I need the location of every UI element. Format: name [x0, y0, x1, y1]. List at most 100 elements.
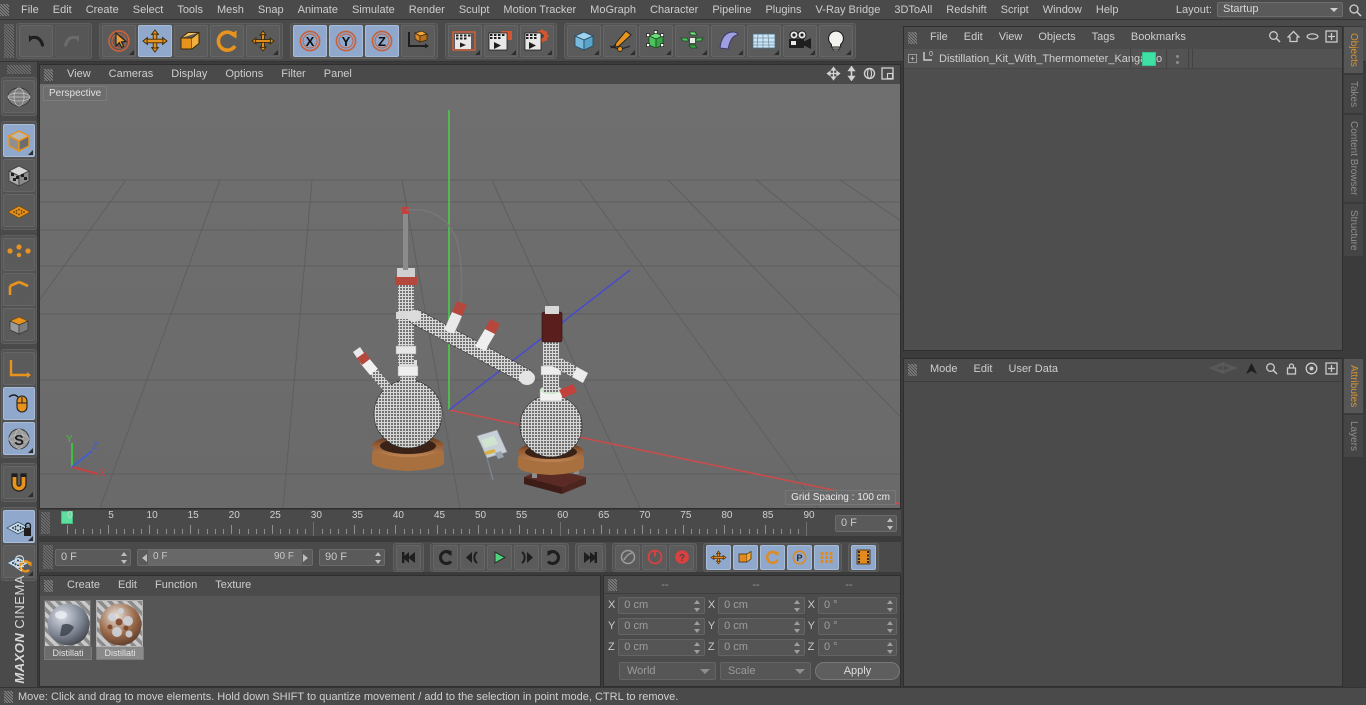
size-x-field[interactable]: 0 cm — [718, 596, 805, 614]
material-menu-function[interactable]: Function — [146, 576, 206, 595]
material-menu-create[interactable]: Create — [58, 576, 109, 595]
menu-help[interactable]: Help — [1089, 0, 1126, 20]
rotation-y-field[interactable]: 0 ° — [817, 617, 897, 635]
menu-select[interactable]: Select — [126, 0, 171, 20]
object-menu-edit[interactable]: Edit — [956, 27, 991, 48]
texture-mode-icon[interactable] — [2, 159, 35, 192]
menu-3dtoall[interactable]: 3DToAll — [887, 0, 939, 20]
parameter-key-icon[interactable]: P — [787, 544, 812, 570]
mode-toolbar-grip[interactable] — [6, 65, 31, 74]
menu-simulate[interactable]: Simulate — [345, 0, 402, 20]
floor-environment-icon[interactable] — [747, 24, 781, 57]
object-manager-grip[interactable] — [908, 31, 917, 44]
make-editable-icon[interactable] — [2, 80, 35, 113]
viewport-menu-options[interactable]: Options — [216, 65, 272, 84]
coordinates-grip[interactable] — [608, 578, 617, 591]
redo-icon[interactable] — [55, 24, 89, 57]
preview-end-field[interactable]: 90 F — [319, 548, 385, 566]
material-thumbnail[interactable] — [44, 600, 91, 647]
coordinate-system-dropdown[interactable]: World — [619, 662, 716, 680]
edge-mode-icon[interactable] — [2, 273, 35, 306]
tab-objects[interactable]: Objects — [1343, 26, 1363, 74]
lock-z-axis-icon[interactable]: Z — [365, 24, 399, 57]
object-menu-file[interactable]: File — [922, 27, 956, 48]
menu-window[interactable]: Window — [1036, 0, 1089, 20]
menu-redshift[interactable]: Redshift — [939, 0, 993, 20]
timeline-frame-stepper[interactable] — [886, 517, 893, 530]
attribute-body[interactable] — [904, 381, 1342, 686]
menu-edit[interactable]: Edit — [46, 0, 79, 20]
expand-toggle-icon[interactable]: + — [908, 54, 917, 63]
render-view-icon[interactable] — [448, 24, 482, 57]
spline-pen-icon[interactable] — [603, 24, 637, 57]
model-mode-icon[interactable] — [2, 124, 35, 157]
attribute-menu-edit[interactable]: Edit — [966, 359, 1001, 380]
material-menu-texture[interactable]: Texture — [206, 576, 260, 595]
menu-tools[interactable]: Tools — [170, 0, 210, 20]
range-left-arrow-icon[interactable] — [141, 553, 149, 566]
current-frame-field[interactable]: 0 F — [55, 548, 131, 566]
size-z-stepper[interactable] — [794, 641, 801, 654]
play-forward-loop-icon[interactable] — [541, 544, 566, 570]
rotation-y-stepper[interactable] — [886, 620, 893, 633]
menu-file[interactable]: File — [14, 0, 46, 20]
world-object-axis-icon[interactable] — [401, 24, 435, 57]
menu-v-ray-bridge[interactable]: V-Ray Bridge — [809, 0, 888, 20]
live-selection-icon[interactable] — [102, 24, 136, 57]
snap-magnet-icon[interactable] — [2, 466, 35, 499]
preview-end-stepper[interactable] — [374, 551, 381, 564]
menu-mograph[interactable]: MoGraph — [583, 0, 643, 20]
size-x-stepper[interactable] — [794, 599, 801, 612]
timeline-current-frame-field[interactable]: 0 F — [835, 514, 897, 532]
position-y-stepper[interactable] — [694, 620, 701, 633]
animation-toolbar-grip[interactable] — [43, 545, 53, 569]
material-item[interactable]: Distillati — [44, 600, 92, 686]
rotation-key-icon[interactable] — [760, 544, 785, 570]
menu-motion-tracker[interactable]: Motion Tracker — [496, 0, 583, 20]
attribute-manager-grip[interactable] — [908, 363, 917, 376]
position-x-field[interactable]: 0 cm — [618, 596, 705, 614]
polygon-mode-icon[interactable] — [2, 308, 35, 341]
workplane-mode-icon[interactable] — [2, 194, 35, 227]
timeline-ruler[interactable]: 0 5 10 15 20 25 30 35 40 45 50 55 60 65 70 75 80 85 90 — [53, 510, 831, 536]
menu-character[interactable]: Character — [643, 0, 705, 20]
menu-snap[interactable]: Snap — [251, 0, 291, 20]
position-x-stepper[interactable] — [694, 599, 701, 612]
autokeying-icon[interactable] — [615, 544, 640, 570]
move-tool-icon[interactable] — [138, 24, 172, 57]
table-row[interactable]: + 0 Distillation_Kit_With_Thermometer_Ka… — [904, 49, 1342, 69]
viewport-menu-panel[interactable]: Panel — [315, 65, 361, 84]
search-icon[interactable] — [1348, 3, 1362, 17]
menu-script[interactable]: Script — [994, 0, 1036, 20]
status-bar-grip[interactable] — [4, 690, 13, 703]
menu-mesh[interactable]: Mesh — [210, 0, 251, 20]
object-menu-view[interactable]: View — [991, 27, 1031, 48]
rotation-z-stepper[interactable] — [886, 641, 893, 654]
arrow-up-icon[interactable] — [1245, 362, 1258, 378]
menu-grip[interactable] — [0, 3, 9, 16]
record-active-objects-icon[interactable] — [642, 544, 667, 570]
target-icon[interactable] — [1305, 362, 1318, 378]
position-key-icon[interactable] — [706, 544, 731, 570]
menu-plugins[interactable]: Plugins — [758, 0, 808, 20]
object-menu-objects[interactable]: Objects — [1030, 27, 1083, 48]
material-tag-icon[interactable] — [1141, 52, 1156, 66]
rotation-x-stepper[interactable] — [886, 599, 893, 612]
layout-dropdown[interactable]: Startup — [1217, 2, 1343, 17]
step-forward-keyframe-icon[interactable] — [514, 544, 539, 570]
enable-axis-modification-icon[interactable] — [2, 387, 35, 420]
menu-animate[interactable]: Animate — [291, 0, 345, 20]
material-thumbnail[interactable] — [96, 600, 143, 647]
material-item[interactable]: Distillati — [96, 600, 144, 686]
render-settings-icon[interactable] — [520, 24, 554, 57]
tab-structure[interactable]: Structure — [1343, 202, 1363, 258]
attribute-menu-mode[interactable]: Mode — [922, 359, 966, 380]
timeline-grip[interactable] — [41, 512, 50, 534]
timeline-filmstrip-icon[interactable] — [851, 544, 876, 570]
search-icon[interactable] — [1268, 30, 1281, 46]
cube-primitive-icon[interactable] — [567, 24, 601, 57]
preview-range-slider[interactable]: 0 F 90 F — [137, 548, 313, 566]
viewport-menu-filter[interactable]: Filter — [272, 65, 314, 84]
toolbar-grip[interactable] — [4, 23, 14, 58]
light-icon[interactable] — [819, 24, 853, 57]
